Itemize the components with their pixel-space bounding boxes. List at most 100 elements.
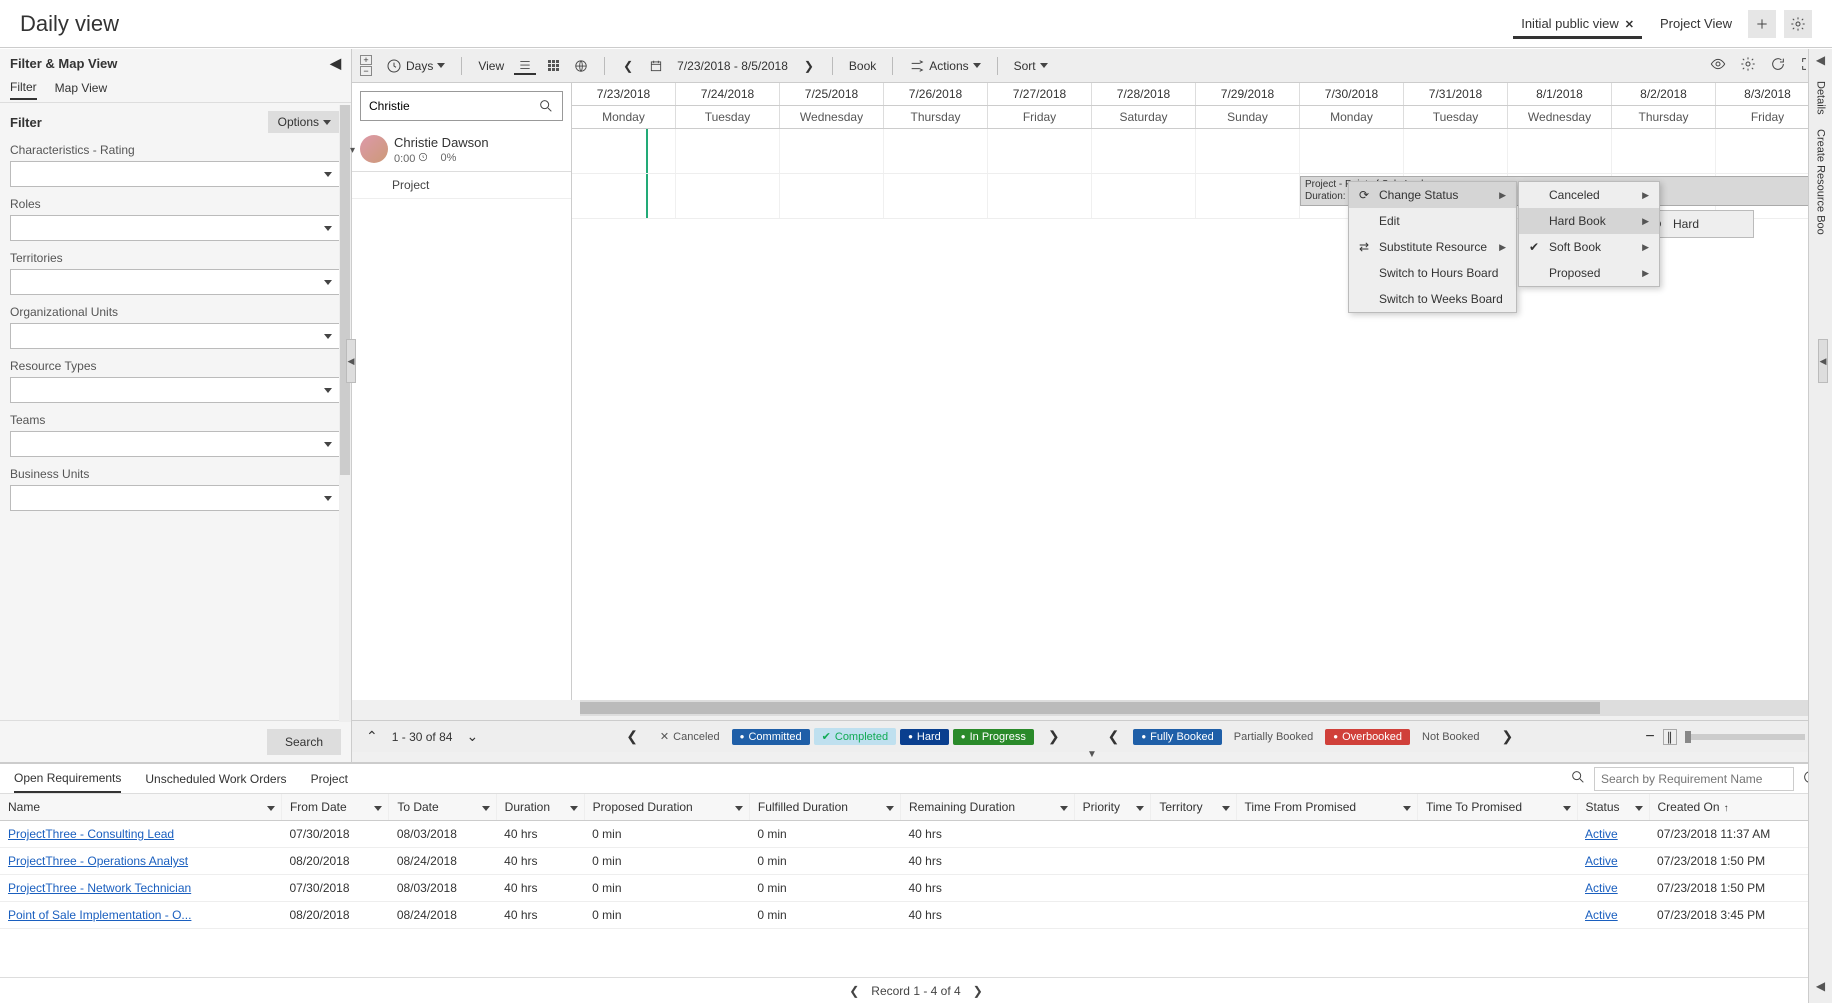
date-header-cell[interactable]: 7/30/2018 — [1300, 83, 1404, 105]
sidebar-collapse-icon[interactable]: ◀ — [330, 55, 341, 72]
chevron-down-icon[interactable] — [1635, 806, 1643, 811]
board-bottom-expand-icon[interactable]: ▼ — [352, 752, 1832, 762]
context-menu[interactable]: ⟳Change Status▶Edit⇄Substitute Resource▶… — [1348, 181, 1517, 313]
chevron-down-icon[interactable] — [267, 806, 275, 811]
collapse-all-icon[interactable]: − — [360, 66, 372, 76]
date-header-cell[interactable]: 7/31/2018 — [1404, 83, 1508, 105]
resource-search-input[interactable] — [369, 99, 538, 113]
context-submenu-item[interactable]: ✔Soft Book▶ — [1519, 234, 1659, 260]
timeline-cell[interactable] — [988, 129, 1092, 173]
details-expand-icon[interactable]: ◀ — [1816, 53, 1825, 67]
filter-dropdown[interactable] — [10, 161, 341, 187]
grid-column-header[interactable]: Fulfilled Duration — [749, 794, 900, 821]
grid-search-input[interactable] — [1594, 767, 1794, 791]
timeline-cell[interactable] — [1092, 174, 1196, 218]
filter-dropdown[interactable] — [10, 485, 341, 511]
context-submenu[interactable]: Canceled▶Hard Book▶✔Soft Book▶Proposed▶ — [1518, 181, 1660, 287]
chevron-down-icon[interactable] — [482, 806, 490, 811]
sidebar-scrollbar[interactable] — [339, 105, 351, 722]
close-icon[interactable]: ✕ — [1625, 19, 1634, 31]
timeline-cell[interactable] — [988, 174, 1092, 218]
pager-next-icon[interactable]: ❯ — [973, 984, 983, 998]
grid-column-header[interactable]: Territory — [1151, 794, 1236, 821]
date-header-cell[interactable]: 7/27/2018 — [988, 83, 1092, 105]
date-header-cell[interactable]: 7/26/2018 — [884, 83, 988, 105]
sidebar-tab[interactable]: Map View — [55, 81, 107, 99]
timeline-cell[interactable] — [1716, 129, 1820, 173]
hard-leaf-chip[interactable]: Hard — [1644, 210, 1754, 238]
zoom-out-icon[interactable]: − — [1645, 728, 1654, 746]
context-submenu-item[interactable]: Hard Book▶ — [1519, 208, 1659, 234]
legend-pill[interactable]: ●In Progress — [953, 729, 1034, 745]
grid-link[interactable]: Active — [1585, 908, 1618, 922]
timeline-cell[interactable] — [572, 174, 676, 218]
prev-range-icon[interactable]: ❮ — [617, 59, 639, 73]
timeline-cell[interactable] — [884, 129, 988, 173]
search-icon[interactable] — [538, 98, 554, 114]
context-menu-item[interactable]: ⟳Change Status▶ — [1349, 182, 1516, 208]
sidebar-tab[interactable]: Filter — [10, 80, 37, 100]
grid-column-header[interactable]: From Date — [281, 794, 388, 821]
view-tab[interactable]: Initial public view✕ — [1513, 12, 1642, 35]
grid-column-header[interactable]: Duration — [496, 794, 584, 821]
filter-dropdown[interactable] — [10, 215, 341, 241]
timeline-right-collapse-handle[interactable]: ◀ — [1818, 339, 1828, 383]
resource-row[interactable]: ▾ Christie Dawson 0:00 0% — [352, 129, 571, 172]
create-booking-tab[interactable]: Create Resource Boo — [1815, 129, 1827, 235]
filter-options-button[interactable]: Options — [268, 111, 341, 133]
filter-dropdown[interactable] — [10, 323, 341, 349]
resource-expand-icon[interactable]: ▾ — [350, 145, 355, 156]
grid-link[interactable]: Active — [1585, 854, 1618, 868]
requirements-tab[interactable]: Project — [311, 766, 348, 792]
requirements-tab[interactable]: Unscheduled Work Orders — [145, 766, 286, 792]
legend-pill[interactable]: ●Overbooked — [1325, 729, 1410, 745]
chevron-down-icon[interactable] — [1563, 806, 1571, 811]
legend-prev-icon[interactable]: ❮ — [622, 728, 642, 745]
list-view-icon[interactable] — [514, 57, 536, 75]
pager-prev-icon[interactable]: ❮ — [849, 984, 859, 998]
settings-button[interactable] — [1784, 10, 1812, 38]
legend-pill[interactable]: ●Hard — [900, 729, 949, 745]
resource-page-up-icon[interactable]: ⌃ — [362, 728, 382, 745]
date-header-cell[interactable]: 7/25/2018 — [780, 83, 884, 105]
chevron-down-icon[interactable] — [570, 806, 578, 811]
legend-pill[interactable]: Partially Booked — [1226, 729, 1322, 745]
zoom-pause-icon[interactable]: ∥ — [1663, 729, 1677, 745]
grid-column-header[interactable]: Remaining Duration — [900, 794, 1074, 821]
date-header-cell[interactable]: 7/23/2018 — [572, 83, 676, 105]
context-menu-item[interactable]: Switch to Hours Board — [1349, 260, 1516, 286]
grid-link[interactable]: ProjectThree - Consulting Lead — [8, 827, 174, 841]
legend-pill[interactable]: ✔Completed — [814, 728, 896, 745]
date-header-cell[interactable]: 7/24/2018 — [676, 83, 780, 105]
timeline-cell[interactable] — [1612, 129, 1716, 173]
date-header-cell[interactable]: 8/1/2018 — [1508, 83, 1612, 105]
date-header-cell[interactable]: 8/2/2018 — [1612, 83, 1716, 105]
legend2-next-icon[interactable]: ❯ — [1498, 728, 1518, 745]
chevron-down-icon[interactable] — [1403, 806, 1411, 811]
context-menu-item[interactable]: ⇄Substitute Resource▶ — [1349, 234, 1516, 260]
filter-search-button[interactable]: Search — [267, 729, 341, 755]
timescale-select[interactable]: Days — [382, 58, 449, 74]
date-range-label[interactable]: 7/23/2018 - 8/5/2018 — [673, 59, 792, 73]
resource-project-row[interactable]: Project — [352, 172, 571, 199]
date-header-cell[interactable]: 8/3/2018 — [1716, 83, 1820, 105]
grid-column-header[interactable]: Time To Promised — [1417, 794, 1577, 821]
resource-page-down-icon[interactable]: ⌄ — [462, 728, 482, 745]
grid-link[interactable]: ProjectThree - Network Technician — [8, 881, 191, 895]
filter-dropdown[interactable] — [10, 377, 341, 403]
timeline-cell[interactable] — [1092, 129, 1196, 173]
date-header-cell[interactable]: 7/28/2018 — [1092, 83, 1196, 105]
legend-pill[interactable]: ●Committed — [732, 729, 810, 745]
book-button[interactable]: Book — [845, 59, 880, 73]
chevron-down-icon[interactable] — [1136, 806, 1144, 811]
timeline-cell[interactable] — [1196, 129, 1300, 173]
timeline-cell[interactable] — [676, 129, 780, 173]
table-row[interactable]: ProjectThree - Operations Analyst08/20/2… — [0, 848, 1832, 875]
chevron-down-icon[interactable] — [374, 806, 382, 811]
resource-col-collapse-handle[interactable]: ◀ — [346, 339, 356, 383]
timeline-cell[interactable] — [1404, 129, 1508, 173]
grid-column-header[interactable]: Status — [1577, 794, 1649, 821]
calendar-icon[interactable] — [645, 58, 667, 74]
requirements-grid[interactable]: NameFrom DateTo DateDurationProposed Dur… — [0, 794, 1832, 977]
chevron-down-icon[interactable] — [735, 806, 743, 811]
